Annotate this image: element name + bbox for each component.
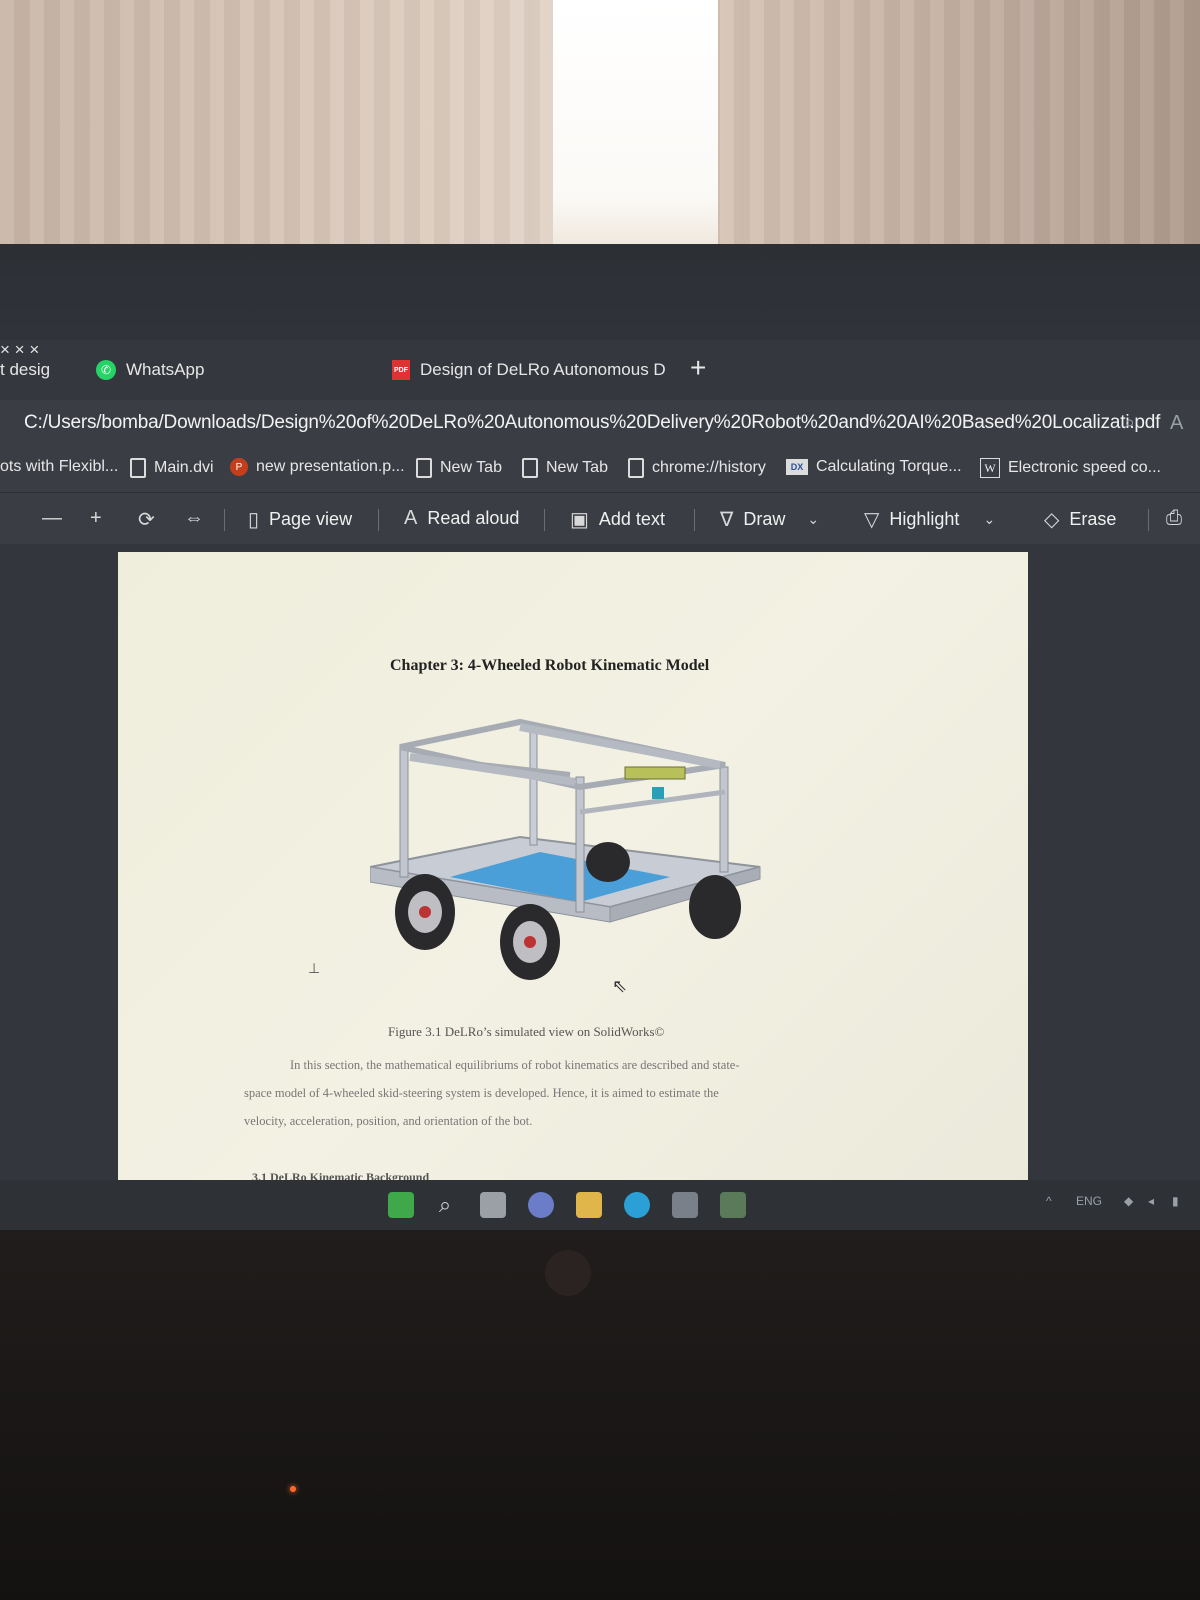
toolbar-divider	[378, 509, 379, 531]
zoom-icon[interactable]: ⌕	[1124, 412, 1135, 435]
draw-icon: ∇	[720, 509, 734, 531]
bookmark-item[interactable]: W Electronic speed co...	[980, 458, 1161, 478]
pdf-icon: PDF	[392, 360, 410, 380]
bookmark-item[interactable]: New Tab	[522, 458, 608, 478]
dx-icon: DX	[786, 459, 808, 475]
toolbar-divider	[1148, 509, 1149, 531]
read-aloud-icon: A	[404, 507, 418, 529]
page-view-button[interactable]: ▯ Page view	[248, 507, 352, 532]
tab-design-prev[interactable]: t desig	[0, 356, 50, 384]
bookmark-label: Main.dvi	[154, 459, 214, 476]
bookmark-label: ots with Flexibl...	[0, 458, 119, 475]
task-view-icon[interactable]	[480, 1192, 506, 1218]
page-icon	[416, 458, 432, 478]
document-viewer[interactable]: Chapter 3: 4-Wheeled Robot Kinematic Mod…	[0, 544, 1200, 1210]
tab-bar: t desig × ✆ WhatsApp × PDF Design of DeL…	[0, 340, 1200, 400]
chevron-down-icon[interactable]: ⌄	[807, 511, 819, 528]
axis-triad-icon: ⊥	[308, 960, 321, 976]
bookmarks-bar: ots with Flexibl... Main.dvi P new prese…	[0, 450, 1200, 492]
erase-label: Erase	[1069, 509, 1117, 529]
robot-figure	[370, 718, 761, 980]
chevron-down-icon[interactable]: ⌄	[983, 511, 995, 528]
laptop-keyboard-area	[0, 1230, 1200, 1600]
bookmark-item[interactable]: chrome://history	[628, 458, 766, 478]
print-icon[interactable]: ⎙	[1166, 507, 1182, 530]
paragraph-line: velocity, acceleration, position, and or…	[244, 1114, 533, 1128]
bookmark-item[interactable]: ots with Flexibl...	[0, 458, 118, 476]
paragraph-line: In this section, the mathematical equili…	[290, 1058, 740, 1072]
taskbar: ⌕ ^ ENG ◆ ◂ ▮	[0, 1180, 1200, 1230]
bookmark-label: Calculating Torque...	[816, 458, 962, 475]
read-aloud-button[interactable]: A Read aloud	[404, 507, 519, 530]
chat-icon[interactable]	[528, 1192, 554, 1218]
laptop-bezel	[0, 244, 1200, 562]
bookmark-label: new presentation.p...	[256, 458, 405, 475]
bookmark-item[interactable]: P new presentation.p...	[230, 458, 405, 476]
hp-logo-icon	[545, 1250, 591, 1296]
bookmark-label: New Tab	[546, 459, 608, 476]
powerpoint-icon: P	[230, 458, 248, 476]
start-icon[interactable]	[388, 1192, 414, 1218]
highlight-icon: ▽	[864, 509, 880, 531]
window-light	[553, 0, 718, 248]
bookmark-label: Electronic speed co...	[1008, 459, 1161, 476]
toolbar-divider	[544, 509, 545, 531]
toolbar-divider	[224, 509, 225, 531]
tab-pdf-active[interactable]: PDF Design of DeLRo Autonomous D	[392, 356, 666, 384]
page-icon	[628, 458, 644, 478]
bookmark-label: New Tab	[440, 459, 502, 476]
tab-label: WhatsApp	[126, 360, 205, 379]
store-icon[interactable]	[672, 1192, 698, 1218]
add-text-label: Add text	[598, 509, 665, 529]
chapter-title: Chapter 3: 4-Wheeled Robot Kinematic Mod…	[390, 657, 710, 674]
url-text[interactable]: C:/Users/bomba/Downloads/Design%20of%20D…	[24, 412, 1160, 434]
w-icon: W	[980, 458, 1000, 478]
tab-whatsapp[interactable]: ✆ WhatsApp	[96, 356, 204, 384]
page-icon	[130, 458, 146, 478]
figure-caption: Figure 3.1 DeLRo’s simulated view on Sol…	[388, 1024, 665, 1039]
page-icon	[522, 458, 538, 478]
zoom-out-icon[interactable]: —	[42, 507, 62, 530]
mouse-cursor-icon: ⇖	[612, 976, 628, 996]
address-bar[interactable]: C:/Users/bomba/Downloads/Design%20of%20D…	[0, 400, 1200, 450]
pdf-toolbar: — + ⟳ ⇔ ▯ Page view A Read aloud ▣ Add t…	[0, 492, 1200, 545]
page-view-icon: ▯	[248, 509, 260, 531]
tab-label: t desig	[0, 360, 51, 379]
erase-button[interactable]: ◇ Erase	[1044, 507, 1116, 532]
eraser-icon: ◇	[1044, 509, 1060, 531]
language-indicator[interactable]: ENG	[1076, 1194, 1102, 1208]
paragraph-line: space model of 4-wheeled skid-steering s…	[244, 1086, 719, 1100]
search-icon[interactable]: ⌕	[432, 1192, 458, 1218]
draw-button[interactable]: ∇ Draw ⌄	[720, 507, 819, 532]
bookmark-item[interactable]: DX Calculating Torque...	[786, 458, 962, 476]
pdf-page: Chapter 3: 4-Wheeled Robot Kinematic Mod…	[118, 552, 1028, 1202]
photos-icon[interactable]	[720, 1192, 746, 1218]
add-text-button[interactable]: ▣ Add text	[570, 507, 665, 532]
battery-icon[interactable]: ▮	[1172, 1194, 1179, 1208]
volume-icon[interactable]: ◂	[1148, 1194, 1154, 1208]
bookmark-item[interactable]: Main.dvi	[130, 458, 214, 478]
bookmark-item[interactable]: New Tab	[416, 458, 502, 478]
add-text-icon: ▣	[570, 509, 589, 531]
highlight-button[interactable]: ▽ Highlight ⌄	[864, 507, 995, 532]
bookmark-label: chrome://history	[652, 459, 766, 476]
caps-lock-led	[290, 1486, 296, 1492]
rotate-icon[interactable]: ⟳	[138, 507, 155, 532]
new-tab-button[interactable]: +	[690, 352, 706, 384]
tab-label: Design of DeLRo Autonomous D	[420, 360, 666, 379]
chevron-up-icon[interactable]: ^	[1046, 1194, 1052, 1208]
zoom-in-icon[interactable]: +	[90, 507, 102, 530]
file-explorer-icon[interactable]	[576, 1192, 602, 1218]
toolbar-divider	[694, 509, 695, 531]
browser-window: t desig × ✆ WhatsApp × PDF Design of DeL…	[0, 340, 1200, 1210]
whatsapp-icon: ✆	[96, 360, 116, 380]
wifi-icon[interactable]: ◆	[1124, 1194, 1133, 1208]
highlight-label: Highlight	[889, 509, 960, 529]
edge-icon[interactable]	[624, 1192, 650, 1218]
read-mode-icon[interactable]: A	[1170, 412, 1183, 435]
draw-label: Draw	[743, 509, 786, 529]
fit-page-icon[interactable]: ⇔	[184, 507, 204, 530]
read-aloud-label: Read aloud	[427, 508, 520, 528]
page-view-label: Page view	[269, 509, 353, 529]
